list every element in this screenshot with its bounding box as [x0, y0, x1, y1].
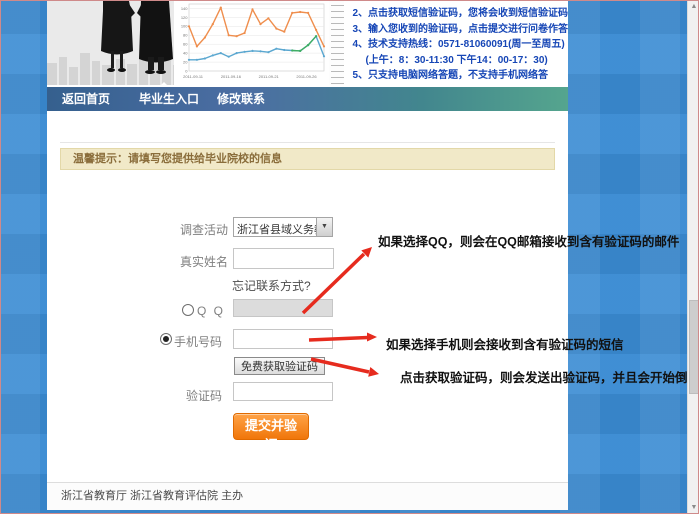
content-panel: 0204060801001201402011-09-112011-09-1620… — [47, 1, 568, 510]
footer-text: 浙江省教育厅 浙江省教育评估院 主办 — [61, 490, 243, 502]
svg-text:2011-09-11: 2011-09-11 — [183, 74, 204, 79]
real-name-label: 真实姓名 — [148, 253, 228, 270]
survey-select[interactable]: 浙江省县域义务教育均 ▼ — [233, 217, 333, 237]
instruction-line: 4、技术支持热线：0571-81060091(周一至周五) — [352, 37, 568, 53]
nav-graduate-entry[interactable]: 毕业生入口 — [139, 87, 199, 111]
phone-radio[interactable] — [160, 333, 172, 345]
phone-input[interactable] — [233, 329, 333, 349]
instructions-panel: 2、点击获取短信验证码，您将会收到短信验证码 3、输入您收到的验证码，点击提交进… — [344, 1, 568, 85]
svg-text:100: 100 — [180, 24, 187, 29]
vertical-scrollbar[interactable]: ▲ ▼ — [687, 0, 699, 514]
scrollbar-thumb[interactable] — [689, 300, 699, 394]
submit-verify-button[interactable]: 提交并验证 — [233, 413, 309, 440]
scroll-down-icon[interactable]: ▼ — [688, 501, 699, 514]
divider — [60, 142, 555, 143]
svg-text:2011-09-21: 2011-09-21 — [258, 74, 279, 79]
footer: 浙江省教育厅 浙江省教育评估院 主办 — [47, 482, 568, 510]
annotation-phone: 如果选择手机则会接收到含有验证码的短信 — [386, 334, 624, 353]
qq-radio-label[interactable]: Q Q — [197, 304, 225, 318]
page: 0204060801001201402011-09-112011-09-1620… — [0, 0, 699, 514]
instruction-line: 3、输入您收到的验证码，点击提交进行问卷作答 — [352, 22, 568, 38]
svg-text:2011-09-16: 2011-09-16 — [220, 74, 241, 79]
verification-code-label: 验证码 — [142, 387, 222, 404]
instruction-line: 5、只支持电脑网络答题，不支持手机网络答 — [352, 68, 568, 84]
chevron-down-icon[interactable]: ▼ — [316, 218, 332, 236]
svg-text:40: 40 — [183, 51, 188, 56]
svg-text:120: 120 — [180, 15, 187, 20]
header-chart: 0204060801001201402011-09-112011-09-1620… — [174, 1, 329, 85]
graduates-illustration — [47, 1, 174, 85]
nav-home[interactable]: 返回首页 — [62, 87, 110, 111]
nav-bar: 返回首页 毕业生入口 修改联系 — [47, 87, 568, 111]
verification-code-input[interactable] — [233, 382, 333, 401]
notice-bar: 温馨提示：请填写您提供给毕业院校的信息 — [60, 148, 555, 170]
instruction-line: (上午：8：30-11:30 下午14：00-17：30) — [352, 53, 568, 69]
svg-text:2011-09-26: 2011-09-26 — [296, 74, 317, 79]
survey-activity-label: 调查活动 — [148, 221, 228, 238]
graduates-image — [47, 1, 174, 85]
scroll-up-icon[interactable]: ▲ — [688, 0, 699, 13]
survey-thumbnail-text — [329, 1, 345, 85]
instruction-line: 2、点击获取短信验证码，您将会收到短信验证码 — [352, 6, 568, 22]
header-banner: 0204060801001201402011-09-112011-09-1620… — [47, 1, 568, 85]
survey-select-value: 浙江省县域义务教育均 — [237, 221, 316, 237]
svg-text:20: 20 — [183, 60, 188, 65]
svg-text:140: 140 — [180, 6, 187, 11]
qq-radio[interactable] — [182, 304, 194, 316]
real-name-input[interactable] — [233, 248, 334, 269]
annotation-qq: 如果选择QQ，则会在QQ邮箱接收到含有验证码的邮件 — [378, 231, 679, 250]
forgot-contact-link[interactable]: 忘记联系方式? — [232, 277, 311, 294]
svg-text:60: 60 — [183, 42, 188, 47]
nav-modify-contact[interactable]: 修改联系 — [217, 87, 265, 111]
phone-radio-label[interactable]: 手机号码 — [174, 333, 222, 350]
svg-text:80: 80 — [183, 33, 188, 38]
qq-input — [233, 299, 333, 317]
annotation-getcode: 点击获取验证码，则会发送出验证码，并且会开始倒计时 — [400, 367, 699, 386]
get-code-button[interactable]: 免费获取验证码 — [234, 357, 325, 375]
